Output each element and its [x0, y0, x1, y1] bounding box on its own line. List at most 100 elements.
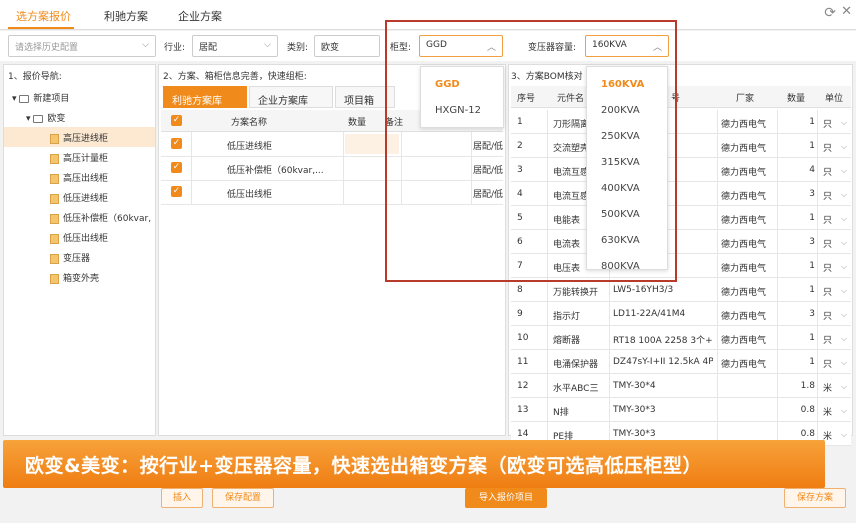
- tab-lichi-plan[interactable]: 利驰方案: [104, 8, 148, 24]
- tree-root[interactable]: ▾ 新建项目: [12, 87, 69, 107]
- bom-cell-model: TMY-30*4: [613, 381, 656, 391]
- bom-cell-no: 8: [517, 285, 523, 295]
- cabinet-option[interactable]: HXGN-12: [421, 105, 503, 116]
- history-config-select[interactable]: 请选择历史配置 ⌵: [8, 35, 156, 57]
- bom-cell-name: 指示灯: [553, 312, 581, 322]
- import-quote-button[interactable]: 导入报价项目: [465, 488, 547, 508]
- tree-folder[interactable]: ▾ 欧变: [26, 107, 65, 127]
- chevron-down-icon: ⌵: [142, 40, 149, 50]
- bom-cell-maker: 德力西电气: [721, 240, 767, 250]
- bom-cell-model: TMY-30*3: [613, 429, 656, 439]
- bom-cell-no: 9: [517, 309, 523, 319]
- history-placeholder: 请选择历史配置: [15, 43, 79, 53]
- tab-lichi-library[interactable]: 利驰方案库: [163, 86, 247, 108]
- table-row[interactable]: 12 水平ABC三 TMY-30*4 1.8 米 ⌵: [511, 374, 851, 398]
- save-plan-button[interactable]: 保存方案: [784, 488, 846, 508]
- bom-cell-maker: 德力西电气: [721, 312, 767, 322]
- bom-cell-maker: 德力西电气: [721, 120, 767, 130]
- chevron-down-icon[interactable]: ⌵: [841, 430, 847, 440]
- bom-cell-maker: 德力西电气: [721, 168, 767, 178]
- document-icon: [50, 133, 59, 144]
- industry-value: 居配: [199, 43, 218, 53]
- table-row[interactable]: 11 电涌保护器 DZ47sY-I+II 12.5kA 4P 3 德力西电气 1 只 ⌵: [511, 350, 851, 374]
- capacity-option[interactable]: 630KVA: [587, 235, 667, 246]
- industry-select[interactable]: 居配 ⌵: [192, 35, 278, 57]
- bom-cell-model: RT18 100A 2258 3个+R: [613, 336, 713, 346]
- bom-cell-qty: 1: [809, 141, 815, 151]
- plan-panel-title: 2、方案、箱柜信息完善，快速组柜:: [163, 72, 307, 82]
- bom-cell-name: 万能转换开: [553, 288, 599, 298]
- nav-panel: 1、报价导航: ▾ 新建项目 ▾ 欧变 高压进线柜 高压计量柜 高压出线柜 低压…: [3, 64, 156, 436]
- tree-item[interactable]: 低压出线柜: [4, 227, 108, 247]
- bom-cell-qty: 4: [809, 165, 815, 175]
- bom-cell-qty: 0.8: [800, 429, 815, 439]
- tree-item[interactable]: 高压出线柜: [4, 167, 108, 187]
- select-all-checkbox[interactable]: ✓: [171, 115, 182, 126]
- chevron-down-icon[interactable]: ⌵: [841, 142, 847, 152]
- row-checkbox[interactable]: ✓: [171, 162, 182, 173]
- tab-quote[interactable]: 选方案报价: [16, 8, 71, 24]
- document-icon: [50, 213, 59, 224]
- close-icon[interactable]: ✕: [841, 4, 852, 19]
- bom-cell-maker: 德力西电气: [721, 360, 767, 370]
- capacity-option[interactable]: 315KVA: [587, 157, 667, 168]
- chevron-down-icon[interactable]: ⌵: [841, 190, 847, 200]
- tab-enterprise-library[interactable]: 企业方案库: [249, 86, 333, 108]
- bom-cell-model: DZ47sY-I+II 12.5kA 4P 3: [613, 357, 713, 367]
- bom-cell-no: 13: [517, 405, 529, 415]
- tree-item[interactable]: 低压进线柜: [4, 187, 108, 207]
- tree-item[interactable]: 高压进线柜: [4, 127, 155, 147]
- bom-cell-qty: 1: [809, 333, 815, 343]
- refresh-icon[interactable]: ⟳: [824, 5, 836, 21]
- capacity-option[interactable]: 500KVA: [587, 209, 667, 220]
- insert-button[interactable]: 插入: [161, 488, 203, 508]
- chevron-down-icon[interactable]: ⌵: [841, 334, 847, 344]
- tree-item[interactable]: 箱变外壳: [4, 267, 99, 287]
- bom-cell-maker: 德力西电气: [721, 216, 767, 226]
- tab-enterprise-plan[interactable]: 企业方案: [178, 8, 222, 24]
- collapse-icon[interactable]: ▾: [26, 114, 31, 124]
- chevron-down-icon[interactable]: ⌵: [841, 118, 847, 128]
- bom-cell-qty: 1: [809, 117, 815, 127]
- capacity-option[interactable]: 400KVA: [587, 183, 667, 194]
- tree-item[interactable]: 低压补偿柜（60kvar,: [4, 207, 151, 227]
- tree-root-label: 新建项目: [33, 94, 70, 104]
- chevron-down-icon[interactable]: ⌵: [841, 286, 847, 296]
- bom-cell-qty: 1: [809, 213, 815, 223]
- collapse-icon[interactable]: ▾: [12, 94, 17, 104]
- bom-cell-maker: 德力西电气: [721, 336, 767, 346]
- bom-cell-qty: 1: [809, 285, 815, 295]
- chevron-down-icon[interactable]: ⌵: [841, 382, 847, 392]
- category-select[interactable]: 欧变: [314, 35, 380, 57]
- cabinet-option[interactable]: GGD: [421, 79, 503, 90]
- capacity-option[interactable]: 200KVA: [587, 105, 667, 116]
- bom-cell-no: 12: [517, 381, 529, 391]
- tree-item[interactable]: 高压计量柜: [4, 147, 108, 167]
- chevron-down-icon[interactable]: ⌵: [841, 214, 847, 224]
- chevron-down-icon[interactable]: ⌵: [841, 238, 847, 248]
- table-row[interactable]: 13 N排 TMY-30*3 0.8 米 ⌵: [511, 398, 851, 422]
- bom-cell-maker: 德力西电气: [721, 288, 767, 298]
- save-config-button[interactable]: 保存配置: [212, 488, 274, 508]
- row-checkbox[interactable]: ✓: [171, 186, 182, 197]
- chevron-down-icon[interactable]: ⌵: [841, 262, 847, 272]
- cabinet-dropdown: GGD HXGN-12: [420, 66, 504, 128]
- row-checkbox[interactable]: ✓: [171, 138, 182, 149]
- chevron-down-icon[interactable]: ⌵: [841, 406, 847, 416]
- bom-cell-maker: 德力西电气: [721, 144, 767, 154]
- capacity-dropdown: 160KVA 200KVA 250KVA 315KVA 400KVA 500KV…: [586, 66, 668, 270]
- table-row[interactable]: 10 熔断器 RT18 100A 2258 3个+R 德力西电气 1 只 ⌵: [511, 326, 851, 350]
- chevron-down-icon[interactable]: ⌵: [841, 358, 847, 368]
- table-row[interactable]: 9 指示灯 LD11-22A/41M4 德力西电气 3 只 ⌵: [511, 302, 851, 326]
- bom-cell-qty: 1: [809, 357, 815, 367]
- active-tab-underline: [8, 27, 74, 29]
- chevron-down-icon[interactable]: ⌵: [841, 166, 847, 176]
- document-icon: [50, 173, 59, 184]
- capacity-option[interactable]: 250KVA: [587, 131, 667, 142]
- tree-item[interactable]: 变压器: [4, 247, 90, 267]
- capacity-option[interactable]: 160KVA: [587, 79, 667, 90]
- bom-cell-qty: 3: [809, 309, 815, 319]
- capacity-option[interactable]: 800KVA: [587, 261, 667, 269]
- chevron-down-icon[interactable]: ⌵: [841, 310, 847, 320]
- industry-label: 行业:: [164, 43, 186, 53]
